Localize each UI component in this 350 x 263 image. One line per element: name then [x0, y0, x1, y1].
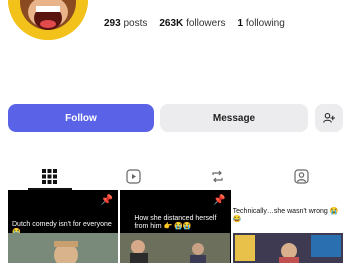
post-caption: How she distanced herself from him 👉 😭😭 — [134, 215, 217, 230]
tagged-icon — [294, 168, 309, 184]
post-tile[interactable]: Technically…she wasn't wrong 😭😂 — [232, 190, 343, 263]
tab-reposts[interactable] — [176, 162, 260, 190]
followers-stat[interactable]: 263K followers — [159, 18, 225, 29]
pin-icon: 📌 — [100, 195, 114, 206]
following-label: following — [245, 18, 285, 29]
follow-button[interactable]: Follow — [8, 104, 154, 132]
repost-icon — [212, 170, 223, 182]
followers-count: 263K — [159, 18, 184, 29]
post-tile[interactable]: 📌 How she distanced herself from him 👉 😭… — [120, 190, 231, 263]
posts-count: 293 — [104, 18, 121, 29]
following-count: 1 — [237, 18, 244, 29]
tab-posts[interactable] — [8, 162, 92, 190]
pin-icon: 📌 — [213, 195, 226, 206]
post-tile[interactable]: 📌 Dutch comedy isn't for everyone 😭 — [8, 190, 119, 263]
following-stat[interactable]: 1 following — [238, 18, 285, 29]
post-thumbnail — [8, 233, 118, 263]
avatar[interactable] — [8, 0, 88, 40]
add-user-button[interactable] — [315, 104, 343, 132]
profile-tabs — [8, 162, 343, 190]
tab-reels[interactable] — [92, 162, 176, 190]
post-caption: Technically…she wasn't wrong 😭😂 — [232, 208, 339, 223]
tab-tagged[interactable] — [259, 162, 343, 190]
posts-stat[interactable]: 293 posts — [104, 18, 147, 29]
post-thumbnail — [232, 233, 343, 263]
add-user-icon — [323, 112, 335, 123]
message-button[interactable]: Message — [160, 104, 308, 132]
reels-icon — [126, 168, 141, 184]
monkey-avatar-icon — [8, 0, 88, 40]
post-thumbnail — [120, 233, 231, 263]
posts-label: posts — [123, 18, 148, 29]
posts-grid: 📌 Dutch comedy isn't for everyone 😭 📌 Ho… — [8, 190, 343, 263]
followers-label: followers — [186, 18, 226, 29]
profile-stats: 293 posts 263K followers 1 following — [104, 18, 285, 29]
grid-icon — [42, 168, 58, 184]
